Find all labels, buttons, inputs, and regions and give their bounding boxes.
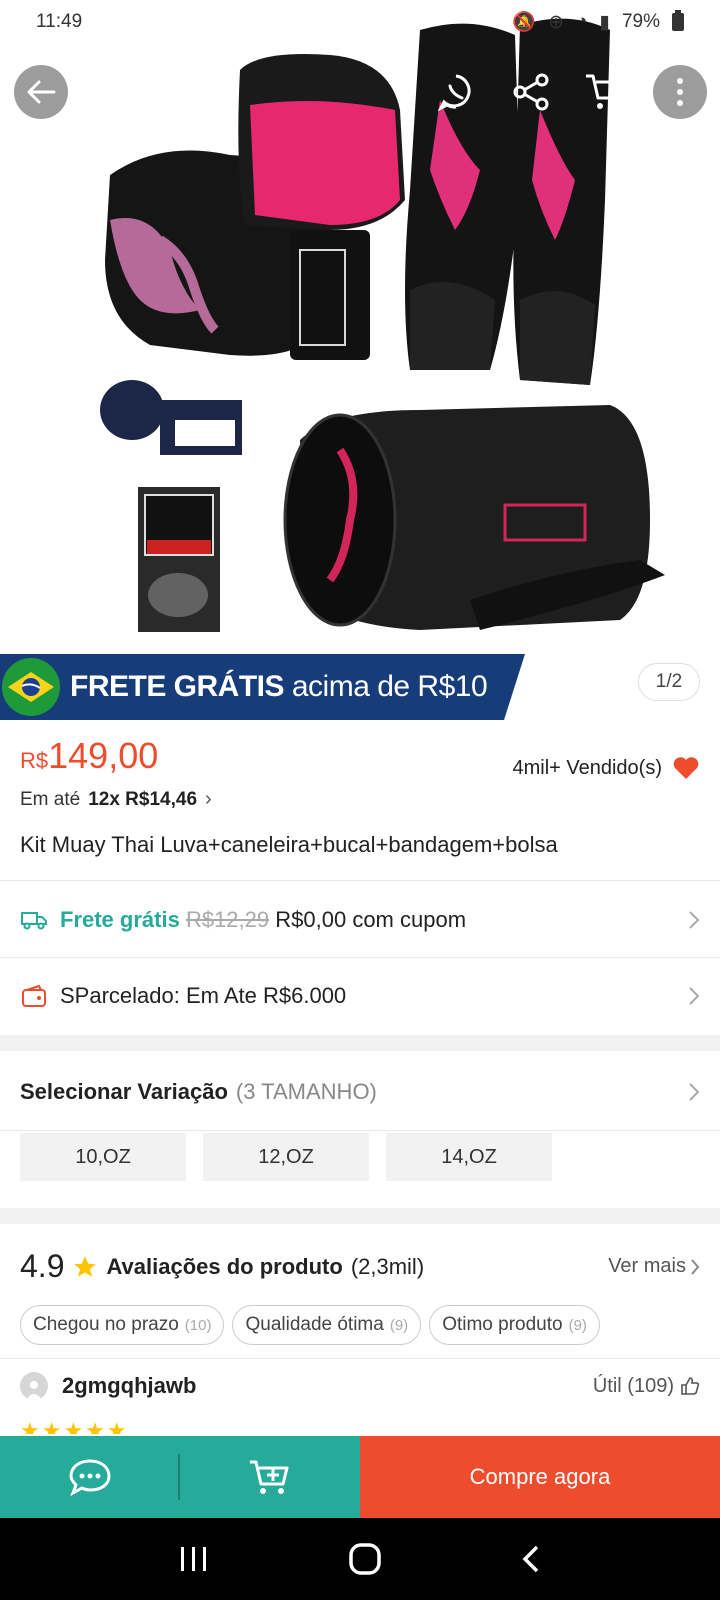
arrow-left-icon bbox=[27, 80, 56, 104]
variation-title: Selecionar Variação bbox=[20, 1079, 228, 1104]
rating-score: 4.9 bbox=[20, 1248, 65, 1284]
review-tag[interactable]: Chegou no prazo (10) bbox=[20, 1305, 225, 1345]
tag-label: Otimo produto bbox=[442, 1314, 563, 1335]
chat-button[interactable] bbox=[0, 1436, 180, 1518]
divider bbox=[0, 1358, 720, 1359]
installments-link[interactable]: Em até 12x R$14,46 › bbox=[20, 788, 212, 811]
see-more-label: Ver mais bbox=[608, 1255, 686, 1277]
status-time: 11:49 bbox=[36, 11, 83, 32]
star-icon bbox=[74, 1255, 97, 1277]
cart-button[interactable] bbox=[580, 66, 632, 118]
shipping-old-price: R$12,29 bbox=[185, 907, 270, 932]
shipping-row[interactable]: Frete grátis R$12,29 R$0,00 com cupom bbox=[0, 882, 720, 958]
truck-icon bbox=[20, 906, 48, 934]
review-tag[interactable]: Qualidade ótima (9) bbox=[232, 1305, 422, 1345]
whatsapp-share-button[interactable] bbox=[430, 66, 482, 118]
divider bbox=[0, 880, 720, 881]
buy-now-button[interactable]: Compre agora bbox=[360, 1436, 720, 1518]
sparcelado-label: SParcelado: Em Ate R$6.000 bbox=[60, 983, 347, 1008]
review-stars: ★★★★★ bbox=[20, 1418, 129, 1434]
ratings-label: Avaliações do produto bbox=[106, 1253, 343, 1279]
avatar bbox=[20, 1372, 48, 1400]
status-icons: 🔕 ⊕ ◔ ▮ 79% bbox=[512, 10, 684, 34]
share-icon bbox=[513, 73, 549, 111]
tag-label: Qualidade ótima bbox=[245, 1314, 384, 1335]
more-options-button[interactable] bbox=[653, 65, 707, 119]
ratings-header: 4.9 Avaliações do produto (2,3mil) Ver m… bbox=[20, 1248, 700, 1285]
wallet-icon bbox=[20, 982, 48, 1010]
status-bar: 11:49 🔕 ⊕ ◔ ▮ 79% bbox=[0, 0, 720, 44]
variation-count: (3 TAMANHO) bbox=[235, 1079, 377, 1104]
review-tags: Chegou no prazo (10) Qualidade ótima (9) O… bbox=[20, 1305, 600, 1345]
reviewer-name: 2gmgqhjawb bbox=[62, 1373, 197, 1398]
price-currency: R$ bbox=[20, 748, 49, 773]
variant-option[interactable]: 14,OZ bbox=[386, 1133, 552, 1181]
back-nav-icon[interactable] bbox=[521, 1544, 541, 1574]
add-to-cart-icon bbox=[250, 1460, 289, 1494]
battery-icon bbox=[672, 10, 684, 31]
share-button[interactable] bbox=[505, 66, 557, 118]
recent-apps-icon[interactable] bbox=[179, 1545, 209, 1573]
helpful-label: Útil (109) bbox=[592, 1374, 674, 1397]
add-to-cart-button[interactable] bbox=[180, 1436, 360, 1518]
variant-option[interactable]: 12,OZ bbox=[203, 1133, 369, 1181]
price-amount: 149,00 bbox=[48, 735, 159, 776]
helpful-button[interactable]: Útil (109) bbox=[593, 1375, 700, 1398]
banner-regular: acima de R$10 bbox=[291, 670, 488, 703]
variation-selector[interactable]: Selecionar Variação (3 TAMANHO) bbox=[0, 1054, 720, 1130]
section-gap bbox=[0, 1035, 720, 1051]
home-icon[interactable] bbox=[348, 1542, 382, 1576]
tag-count: (9) bbox=[389, 1316, 409, 1334]
divider bbox=[0, 1130, 720, 1131]
back-button[interactable] bbox=[14, 65, 68, 119]
sync-icon: ⊕ bbox=[548, 11, 565, 33]
tag-label: Chegou no prazo bbox=[33, 1314, 179, 1335]
mute-icon: 🔕 bbox=[512, 12, 537, 33]
sparcelado-row[interactable]: SParcelado: Em Ate R$6.000 bbox=[0, 958, 720, 1034]
sold-count: 4mil+ Vendido(s) bbox=[512, 755, 700, 781]
review-item: 2gmgqhjawb Útil (109) bbox=[20, 1372, 700, 1400]
more-vertical-icon bbox=[677, 78, 683, 106]
heart-icon[interactable] bbox=[672, 755, 700, 781]
chevron-right-icon bbox=[689, 987, 700, 1005]
section-gap bbox=[0, 1208, 720, 1224]
signal-icon: ▮ bbox=[599, 11, 610, 33]
thumbs-up-icon bbox=[681, 1377, 700, 1395]
variant-options: 10,OZ 12,OZ 14,OZ bbox=[20, 1133, 552, 1181]
tag-count: (9) bbox=[568, 1316, 587, 1334]
system-nav-bar bbox=[0, 1518, 720, 1600]
review-tag[interactable]: Otimo produto (9) bbox=[429, 1305, 600, 1345]
variant-option[interactable]: 10,OZ bbox=[20, 1133, 186, 1181]
installments-value: 12x R$14,46 bbox=[88, 788, 198, 810]
whatsapp-icon bbox=[437, 74, 471, 112]
chevron-right-icon bbox=[689, 911, 700, 929]
banner-bold: FRETE GRÁTIS bbox=[70, 670, 285, 703]
ratings-count: (2,3mil) bbox=[350, 1253, 425, 1279]
product-title: Kit Muay Thai Luva+caneleira+bucal+banda… bbox=[20, 832, 558, 857]
chevron-right-icon bbox=[691, 1258, 700, 1275]
see-more-link[interactable]: Ver mais bbox=[608, 1255, 700, 1278]
image-counter: 1/2 bbox=[638, 663, 700, 701]
banner-text: FRETE GRÁTIS acima de R$10 bbox=[70, 670, 488, 704]
wifi-icon: ◔ bbox=[576, 11, 588, 32]
free-shipping-label: Frete grátis bbox=[60, 907, 180, 932]
cart-icon bbox=[586, 74, 626, 109]
free-shipping-banner: FRETE GRÁTIS acima de R$10 bbox=[0, 654, 525, 720]
shipping-new-price: R$0,00 com cupom bbox=[275, 907, 467, 932]
brazil-flag-icon bbox=[2, 658, 60, 716]
sold-label: 4mil+ Vendido(s) bbox=[512, 756, 662, 779]
tag-count: (10) bbox=[184, 1316, 212, 1334]
battery-level: 79% bbox=[621, 11, 660, 32]
product-price: R$149,00 bbox=[20, 735, 158, 776]
chat-icon bbox=[69, 1459, 111, 1497]
chevron-right-icon bbox=[689, 1083, 700, 1101]
installments-prefix: Em até bbox=[20, 788, 81, 810]
bottom-action-bar: Compre agora bbox=[0, 1436, 720, 1518]
chevron-right-icon: › bbox=[205, 788, 212, 810]
